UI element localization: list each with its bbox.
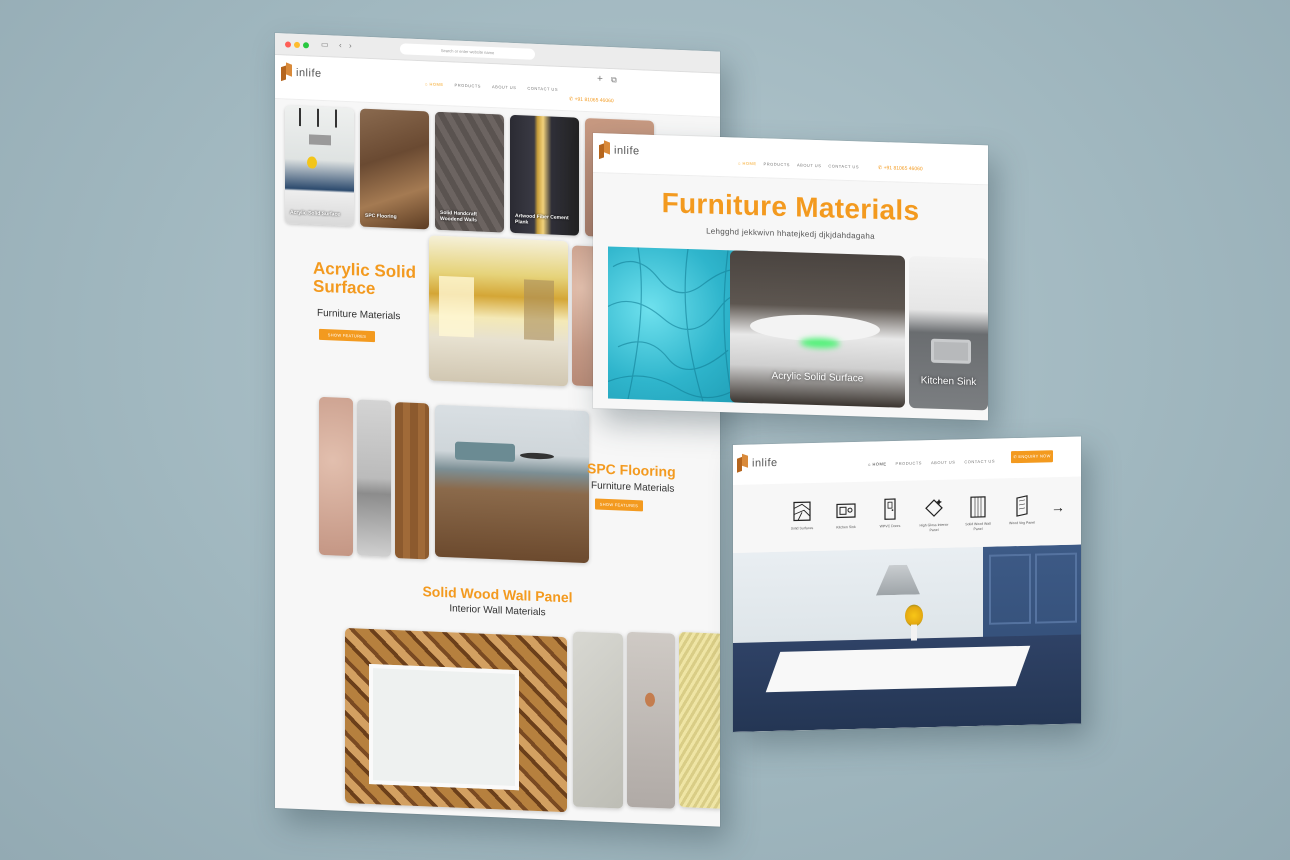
tile-acrylic[interactable]: Acrylic Solid Surface	[285, 105, 354, 227]
nav-home[interactable]: ⌂ HOME	[868, 461, 887, 466]
phone-number[interactable]: ✆ +91 81065 46060	[878, 165, 923, 172]
spc-sink-photo	[357, 399, 391, 557]
main-nav: ⌂ HOME PRODUCTS ABOUT US CONTACT US	[738, 161, 859, 170]
forward-icon[interactable]: ›	[349, 41, 352, 51]
spc-show-features-button[interactable]: SHOW FEATURES	[595, 498, 643, 512]
nav-home[interactable]: ⌂ HOME	[425, 81, 444, 87]
tabs-overview-icon[interactable]: ⧉	[611, 75, 617, 85]
home-page-mockup: inlife ⌂ HOME PRODUCTS ABOUT US CONTACT …	[733, 436, 1081, 732]
strip-kitchen-sink[interactable]: Kitchen Sink	[909, 255, 988, 411]
logo-text: inlife	[296, 66, 322, 80]
nav-products[interactable]: PRODUCTS	[455, 83, 481, 89]
new-tab-icon[interactable]: +	[597, 73, 603, 84]
nav-about[interactable]: ABOUT US	[797, 162, 821, 168]
main-nav: ⌂ HOME PRODUCTS ABOUT US CONTACT US	[425, 81, 558, 92]
acrylic-subtitle: Furniture Materials	[317, 307, 401, 323]
nav-home[interactable]: ⌂ HOME	[738, 161, 757, 167]
site-header: inlife ⌂ HOME PRODUCTS ABOUT US CONTACT …	[593, 133, 988, 186]
furniture-page-mockup: inlife ⌂ HOME PRODUCTS ABOUT US CONTACT …	[593, 133, 988, 421]
tile-artwood[interactable]: Artwood Fiber Cement Plank	[510, 114, 579, 236]
spc-living-room-photo	[435, 404, 589, 564]
nav-contact[interactable]: CONTACT US	[527, 86, 558, 92]
back-icon[interactable]: ‹	[339, 41, 342, 51]
nav-about[interactable]: ABOUT US	[931, 460, 955, 466]
kitchen-sink-icon	[836, 503, 856, 519]
hero-kitchen-photo	[733, 544, 1081, 732]
address-bar[interactable]: Search or enter website name	[400, 43, 535, 60]
logo-mark-icon	[599, 140, 612, 160]
main-nav: ⌂ HOME PRODUCTS ABOUT US CONTACT US	[868, 459, 995, 467]
category-wood-veg-panel[interactable]: Wood Veg Panel	[1007, 495, 1037, 531]
logo-text: inlife	[752, 456, 778, 470]
site-header: inlife ⌂ HOME PRODUCTS ABOUT US CONTACT …	[733, 436, 1081, 485]
tile-handcraft[interactable]: Solid Handcraft Woodend Walls	[435, 111, 504, 233]
nav-contact[interactable]: CONTACT US	[964, 459, 995, 465]
logo[interactable]: inlife	[281, 62, 322, 82]
phone-number[interactable]: ✆ +91 81065 46060	[569, 96, 614, 104]
wood-panel-icon	[970, 496, 986, 518]
strip-acrylic-solid-surface[interactable]: Acrylic Solid Surface	[730, 250, 905, 408]
minimize-window-icon[interactable]	[294, 41, 300, 49]
logo[interactable]: inlife	[599, 140, 640, 160]
category-icon-row: Solid Surfaces Kitchen Sink WPVC Doors H…	[787, 495, 1037, 536]
category-solid-wood-panel[interactable]: Solid Wood Wall Panel	[963, 496, 993, 532]
acrylic-show-features-button[interactable]: SHOW FEATURES	[319, 328, 375, 343]
spc-wood-photo	[395, 402, 429, 560]
logo[interactable]: inlife	[737, 453, 778, 473]
texture-lines	[608, 247, 748, 403]
nav-contact[interactable]: CONTACT US	[828, 163, 859, 169]
nav-about[interactable]: ABOUT US	[492, 84, 516, 90]
wood-sample-1	[573, 631, 623, 809]
close-window-icon[interactable]	[285, 41, 291, 48]
category-wpvc-doors[interactable]: WPVC Doors	[875, 498, 905, 534]
logo-text: inlife	[614, 144, 640, 157]
tile-spc[interactable]: SPC Flooring	[360, 108, 429, 230]
page-title: Furniture Materials	[661, 187, 920, 227]
door-icon	[884, 498, 896, 520]
sparkle-panel-icon	[925, 498, 943, 517]
category-solid-surfaces[interactable]: Solid Surfaces	[787, 500, 817, 536]
strip-texture[interactable]	[608, 246, 748, 403]
logo-mark-icon	[737, 453, 750, 473]
next-arrow-icon[interactable]: →	[1051, 499, 1065, 515]
spc-sample-1	[319, 396, 353, 557]
spc-title: SPC Flooring	[587, 460, 676, 480]
spc-subtitle: Furniture Materials	[591, 480, 675, 495]
solid-surface-icon	[793, 501, 811, 522]
wood-panel-photo	[345, 627, 567, 813]
category-high-gloss-panel[interactable]: High Gloss Interior Panel	[919, 497, 949, 533]
logo-mark-icon	[281, 62, 294, 82]
sidebar-toggle-icon[interactable]: ▭	[321, 40, 329, 50]
veneer-panel-icon	[1016, 495, 1028, 517]
category-kitchen-sink[interactable]: Kitchen Sink	[831, 499, 861, 535]
enquiry-now-button[interactable]: ✆ ENQUIRY NOW	[1011, 450, 1053, 464]
wood-sample-2	[627, 631, 675, 809]
wood-sample-3	[679, 631, 720, 809]
nav-products[interactable]: PRODUCTS	[764, 161, 790, 167]
acrylic-title: Acrylic Solid Surface	[313, 258, 416, 299]
maximize-window-icon[interactable]	[303, 42, 309, 49]
nav-products[interactable]: PRODUCTS	[896, 460, 922, 466]
acrylic-showroom-photo	[429, 235, 568, 387]
